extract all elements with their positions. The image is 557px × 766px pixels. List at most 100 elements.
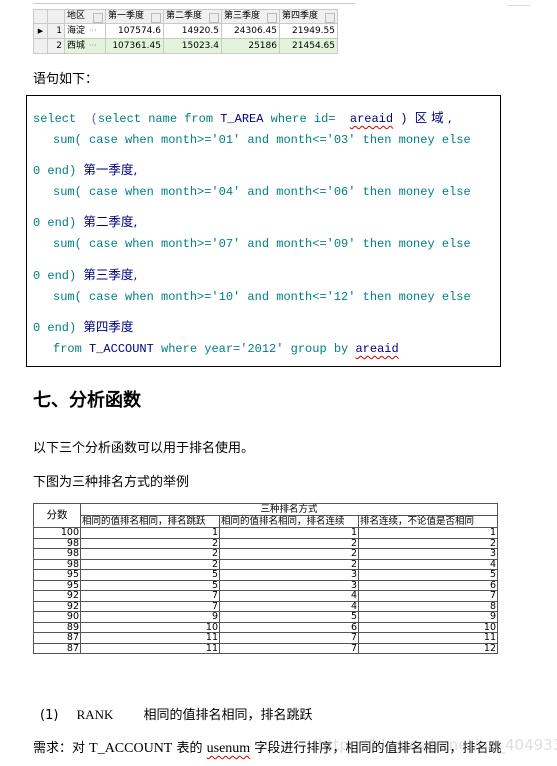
spellcheck-word: areaid xyxy=(349,112,394,126)
rank-row: 98 2 2 2 xyxy=(33,537,498,549)
grid-cell[interactable]: 107361.45 xyxy=(105,38,164,54)
rank-cell: 7 xyxy=(358,590,498,602)
code-line: sum( case when month>='07' and month<='0… xyxy=(53,237,471,251)
rank-header-row: 分数 三种排名方式 xyxy=(33,503,498,528)
watermark: https://blog.csdn.net/qq_40493313 xyxy=(318,736,557,754)
rank-cell: 2 xyxy=(358,537,498,549)
grid-col-header[interactable]: 第二季度 xyxy=(163,9,222,24)
column-menu-button[interactable] xyxy=(267,13,277,23)
code-token: 0 end) xyxy=(33,216,84,230)
code-alias: 第三季度, xyxy=(83,267,138,282)
rank-cell: 12 xyxy=(358,642,498,654)
code-token: where id= xyxy=(263,112,350,126)
rank-cell: 2 xyxy=(219,537,359,549)
code-alias: 区 域 , xyxy=(414,110,452,125)
rank-row: 95 5 3 6 xyxy=(33,579,498,591)
rank-cell: 3 xyxy=(358,548,498,560)
rank-cell: 1 xyxy=(80,527,220,539)
grid-col-header[interactable]: 第一季度 xyxy=(105,9,164,24)
header-label: 第一季度 xyxy=(108,11,145,21)
score-cell: 95 xyxy=(33,569,81,581)
rank-cell: 2 xyxy=(80,548,220,560)
grid-col-header[interactable]: 第三季度 xyxy=(221,9,280,24)
query-result-grid: 地区 第一季度 第二季度 第三季度 第四季度 ▶ 1 海淀 ··· 107574.… xyxy=(33,9,338,54)
grid-col-header[interactable]: 第四季度 xyxy=(279,9,338,24)
score-cell: 98 xyxy=(33,558,81,570)
rank-cell: 3 xyxy=(219,569,359,581)
grid-row[interactable]: ▶ 1 海淀 ··· 107574.6 14920.5 24306.45 2194… xyxy=(33,23,338,39)
ellipsis-icon[interactable]: ··· xyxy=(89,26,97,35)
grid-cell[interactable]: 24306.45 xyxy=(221,23,280,39)
score-cell: 87 xyxy=(33,642,81,654)
code-token: ) xyxy=(393,112,415,126)
rank-cell: 11 xyxy=(80,632,220,644)
rank-row: 87 11 7 11 xyxy=(33,632,498,644)
code-token: 0 end) xyxy=(33,269,84,283)
grid-cell-area[interactable]: 西城 ··· xyxy=(64,38,106,54)
column-menu-button[interactable] xyxy=(93,13,103,23)
rank-cell: 11 xyxy=(358,632,498,644)
rank-cell: 7 xyxy=(80,600,220,612)
grid-cell[interactable]: 15023.4 xyxy=(163,38,222,54)
function-name: RANK xyxy=(76,707,114,722)
score-cell: 90 xyxy=(33,611,81,623)
cell-text: 西城 xyxy=(67,41,86,51)
rank-cell: 9 xyxy=(358,611,498,623)
rank-cell: 3 xyxy=(219,579,359,591)
rank-row: 92 7 4 8 xyxy=(33,600,498,612)
grid-col-header[interactable]: 地区 xyxy=(64,9,106,24)
grid-header-row: 地区 第一季度 第二季度 第三季度 第四季度 xyxy=(33,9,338,24)
cell-text: 海淀 xyxy=(67,26,86,36)
spellcheck-word: areaid xyxy=(355,342,399,356)
rank-cell: 4 xyxy=(358,558,498,570)
section-heading: 七、分析函数 xyxy=(33,390,141,411)
code-token: ( xyxy=(90,112,98,126)
code-token: 0 end) xyxy=(33,164,84,178)
row-number: 2 xyxy=(47,38,65,54)
row-number: 1 xyxy=(47,23,65,39)
grid-cell[interactable]: 107574.6 xyxy=(105,23,164,39)
ellipsis-icon[interactable]: ··· xyxy=(89,41,97,50)
rank-row: 100 1 1 1 xyxy=(33,527,498,539)
code-alias: 第四季度 xyxy=(83,319,134,334)
code-line: sum( case when month>='04' and month<='0… xyxy=(53,185,471,199)
grid-cell-area[interactable]: 海淀 ··· xyxy=(64,23,106,39)
rank-table-body: 100 1 1 1 98 2 2 2 98 2 2 3 98 2 2 4 95 5 3 5 95 5 3 6 92 7 4 7 92 7 4… xyxy=(33,527,498,654)
code-line: 0 end) 第四季度 xyxy=(33,316,133,335)
column-menu-button[interactable] xyxy=(209,13,219,23)
rank-cell: 2 xyxy=(80,558,220,570)
grid-row[interactable]: 2 西城 ··· 107361.45 15023.4 25186 21454.65 xyxy=(33,38,338,54)
page-edge-mark xyxy=(508,5,530,6)
grid-cell[interactable]: 14920.5 xyxy=(163,23,222,39)
rank-row: 95 5 3 5 xyxy=(33,569,498,581)
code-line: 0 end) 第二季度, xyxy=(33,211,137,230)
rank-cell: 1 xyxy=(358,527,498,539)
rank-cell: 1 xyxy=(219,527,359,539)
subheader: 相同的值排名相同，排名跳跃 xyxy=(80,515,220,528)
rank-cell: 11 xyxy=(80,642,220,654)
code-token: select name from xyxy=(97,112,221,126)
rank-cell: 5 xyxy=(80,569,220,581)
code-line: sum( case when month>='10' and month<='1… xyxy=(53,290,471,304)
header-label: 第二季度 xyxy=(166,11,203,21)
table-name: T_ACCOUNT xyxy=(89,741,173,756)
column-menu-button[interactable] xyxy=(325,13,335,23)
rank-cell: 7 xyxy=(219,642,359,654)
rank-subheader-row: 相同的值排名相同，排名跳跃 相同的值排名相同，排名连续 排名连续，不论值是否相同 xyxy=(34,515,498,528)
group-header: 三种排名方式 xyxy=(80,503,498,516)
rank-cell: 8 xyxy=(358,600,498,612)
grid-cell[interactable]: 21454.65 xyxy=(279,38,338,54)
score-cell: 100 xyxy=(33,527,81,539)
rank-cell: 10 xyxy=(80,621,220,633)
rank-row: 98 2 2 3 xyxy=(33,548,498,560)
score-cell: 95 xyxy=(33,579,81,591)
grid-cell[interactable]: 25186 xyxy=(221,38,280,54)
rank-cell: 7 xyxy=(219,632,359,644)
code-line: select (select name from T_AREA where id… xyxy=(33,107,452,126)
grid-cell[interactable]: 21949.55 xyxy=(279,23,338,39)
code-token: select xyxy=(33,112,91,126)
score-cell: 87 xyxy=(33,632,81,644)
item-number: (1) xyxy=(40,708,59,723)
rank-cell: 9 xyxy=(80,611,220,623)
column-menu-button[interactable] xyxy=(151,13,161,23)
